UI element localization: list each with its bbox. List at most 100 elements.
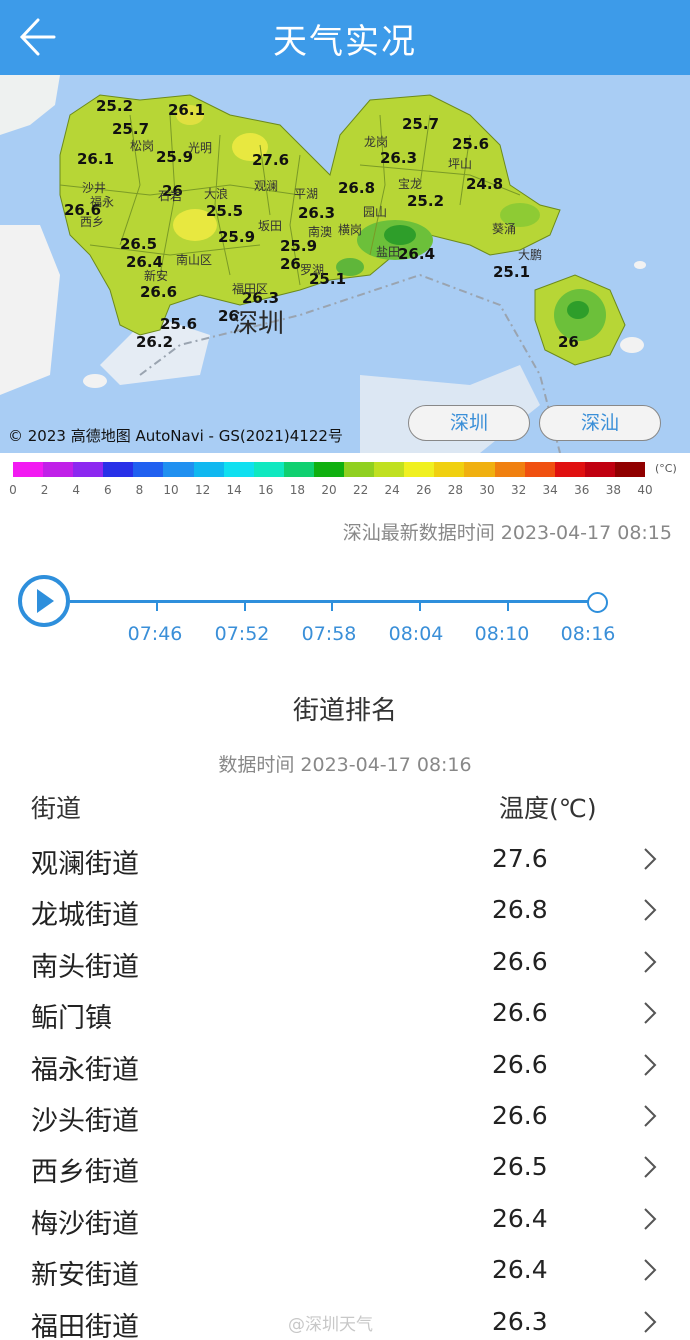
street-row[interactable]: 梅沙街道 26.4	[0, 1202, 690, 1253]
legend-swatch	[524, 462, 555, 477]
map-temp-label: 26.4	[398, 245, 436, 263]
street-row[interactable]: 鲘门镇 26.6	[0, 996, 690, 1047]
chevron-right-icon	[644, 899, 657, 922]
street-temperature: 26.5	[492, 1152, 548, 1182]
timeline-label[interactable]: 08:04	[389, 623, 444, 645]
legend-tick-label: 6	[103, 483, 112, 497]
map-district-label: 观澜	[254, 179, 279, 193]
watermark: @深圳天气	[288, 1315, 373, 1335]
legend-swatch	[374, 462, 405, 477]
map-district-label: 松岗	[130, 139, 155, 153]
map-district-label: 横岗	[338, 223, 363, 237]
ranking-title: 街道排名	[292, 696, 397, 726]
legend-swatch	[614, 462, 645, 477]
temperature-color-legend	[13, 462, 645, 477]
legend-swatch	[103, 462, 134, 477]
timeline-track[interactable]	[70, 600, 588, 603]
street-name: 观澜街道	[31, 849, 139, 880]
legend-tick-label: 34	[542, 483, 558, 497]
legend-tick-label: 8	[135, 483, 144, 497]
chevron-right-icon	[644, 1053, 657, 1076]
map-district-label: 大鹏	[518, 248, 543, 262]
map-temp-label: 25.1	[493, 263, 531, 281]
timeline-label[interactable]: 07:58	[302, 623, 357, 645]
legend-swatch	[253, 462, 284, 477]
shenzhen-button[interactable]: 深圳	[408, 405, 530, 441]
street-row[interactable]: 龙城街道 26.8	[0, 893, 690, 944]
street-name: 新安街道	[31, 1260, 139, 1292]
legend-swatch	[554, 462, 585, 477]
map-temp-label: 26	[558, 333, 579, 351]
chevron-right-icon	[644, 1156, 657, 1179]
street-row[interactable]: 沙头街道 26.6	[0, 1099, 690, 1150]
map-city-label: 深圳	[232, 309, 285, 339]
legend-tick-label: 28	[447, 483, 464, 497]
map-temp-label: 26.2	[136, 333, 174, 351]
legend-tick-label: 30	[479, 483, 495, 497]
legend-tick-label: 14	[226, 483, 242, 497]
street-row[interactable]: 西乡街道 26.5	[0, 1150, 690, 1201]
street-row[interactable]: 新安街道 26.4	[0, 1253, 690, 1304]
column-header-street: 街道	[31, 794, 82, 823]
ranking-data-time: 数据时间 2023-04-17 08:16	[218, 754, 472, 776]
chevron-right-icon	[644, 848, 657, 870]
map-temp-label: 27.6	[252, 151, 290, 169]
timeline-handle[interactable]	[587, 592, 608, 613]
map-district-label: 坪山	[448, 157, 473, 171]
map-district-label: 南澳	[308, 225, 333, 239]
legend-swatch	[344, 462, 375, 477]
timeline-label[interactable]: 07:46	[128, 623, 183, 645]
street-name: 鲘门镇	[31, 1003, 112, 1035]
column-header-temperature: 温度(℃)	[499, 794, 597, 823]
street-name: 西乡街道	[31, 1157, 139, 1189]
street-temperature: 26.3	[492, 1306, 548, 1336]
map-district-label: 西乡	[80, 215, 105, 229]
street-temperature: 26.8	[492, 895, 548, 925]
street-temperature: 26.4	[492, 1255, 548, 1285]
app-header: 天气实况	[0, 0, 690, 75]
timeline-label[interactable]: 07:52	[215, 623, 270, 645]
street-temperature: 26.4	[492, 1203, 548, 1233]
map-district-label: 平湖	[294, 187, 319, 201]
street-row[interactable]: 观澜街道 27.6	[0, 842, 690, 893]
temperature-map[interactable]: 25.2 26.1 25.7 26.1 25.9 27.6 26 26.6 25…	[0, 75, 690, 453]
street-row[interactable]: 南头街道 26.6	[0, 945, 690, 996]
legend-swatch	[584, 462, 615, 477]
play-icon[interactable]	[18, 575, 70, 627]
timeline-label[interactable]: 08:10	[475, 623, 530, 645]
street-temperature: 26.6	[492, 998, 548, 1028]
street-name: 梅沙街道	[31, 1208, 139, 1240]
legend-swatch	[13, 462, 44, 477]
map-temp-label: 26.8	[338, 179, 376, 197]
map-temp-label: 25.6	[160, 315, 198, 333]
legend-tick-label: 2	[40, 483, 49, 497]
legend-tick-label: 22	[352, 483, 369, 497]
map-temp-label: 25.2	[96, 97, 134, 115]
map-temp-label: 26.3	[380, 149, 418, 167]
shenshan-button[interactable]: 深汕	[539, 405, 661, 441]
map-district-label: 福永	[90, 195, 115, 209]
chevron-right-icon	[644, 1259, 657, 1281]
street-row[interactable]: 福永街道 26.6	[0, 1048, 690, 1099]
legend-tick-label: 40	[637, 483, 653, 497]
street-name: 龙城街道	[31, 900, 139, 932]
legend-ticks: 0 2 4 6 8 10 12 14 16 18 20 22 24 26 28 30 32 34 36 38 40	[0, 483, 690, 499]
map-temp-label: 25.5	[206, 202, 244, 220]
timeline-label[interactable]: 08:16	[561, 623, 616, 645]
timeline-tick	[507, 603, 509, 611]
page-title: 天气实况	[273, 22, 417, 62]
street-temperature: 26.6	[492, 1101, 548, 1130]
legend-swatch	[223, 462, 254, 477]
map-copyright: © 2023 高德地图 AutoNavi - GS(2021)4122号	[8, 427, 343, 445]
legend-swatch	[43, 462, 74, 477]
map-district-label: 宝龙	[398, 177, 423, 191]
timeline-tick	[419, 603, 421, 611]
street-temperature: 26.6	[492, 1049, 548, 1079]
map-district-label: 坂田	[258, 219, 283, 233]
map-district-label: 园山	[363, 205, 388, 219]
map-district-label: 大浪	[204, 187, 229, 201]
street-name: 沙头街道	[31, 1106, 139, 1137]
chevron-right-icon	[644, 1105, 657, 1127]
map-district-label: 南山区	[176, 253, 213, 267]
timeline-tick	[156, 603, 158, 611]
